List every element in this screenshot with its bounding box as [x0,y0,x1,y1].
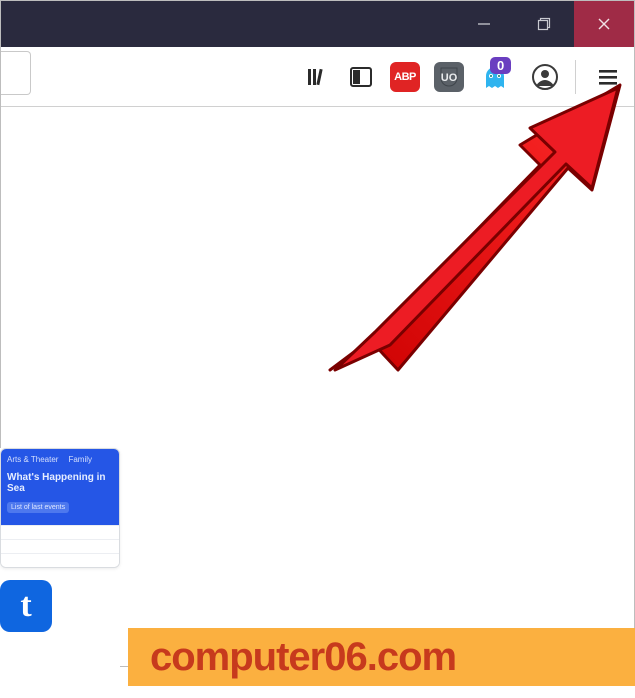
thumb-tab: Arts & Theater [7,455,58,464]
svg-text:UO: UO [441,72,458,84]
abp-icon: ABP [390,62,420,92]
maximize-button[interactable] [514,1,574,47]
watermark-text: computer06.com [150,635,456,680]
ghostery-button[interactable]: 0 [477,61,517,93]
menu-button[interactable] [592,61,624,93]
ublock-icon: UO [434,62,464,92]
window-titlebar [1,1,634,47]
library-button[interactable] [301,61,333,93]
t-logo-icon: t [0,580,52,632]
thumb-hero-text: What's Happening in Sea [7,472,113,494]
thumbnail-card: Arts & Theater Family What's Happening i… [0,448,120,568]
account-icon [531,63,559,91]
preview-thumbnail: Arts & Theater Family What's Happening i… [0,448,120,678]
ublock-origin-button[interactable]: UO [433,61,465,93]
window-controls [454,1,634,47]
thumb-row [1,525,119,539]
browser-toolbar: ABP UO 0 [1,47,634,107]
thumb-row [1,553,119,567]
thumb-pill: List of last events [7,502,69,513]
watermark-bar: computer06.com [128,628,635,686]
adblock-plus-button[interactable]: ABP [389,61,421,93]
ghostery-badge: 0 [490,57,511,75]
library-icon [304,64,330,90]
firefox-account-button[interactable] [529,61,561,93]
sidebars-button[interactable] [345,61,377,93]
thumb-tab: Family [68,455,92,464]
address-bar-stub[interactable] [1,51,31,95]
sidebar-icon [348,64,374,90]
thumb-row [1,539,119,553]
menu-icon [596,65,620,89]
toolbar-separator [575,60,576,94]
close-button[interactable] [574,1,634,47]
minimize-button[interactable] [454,1,514,47]
